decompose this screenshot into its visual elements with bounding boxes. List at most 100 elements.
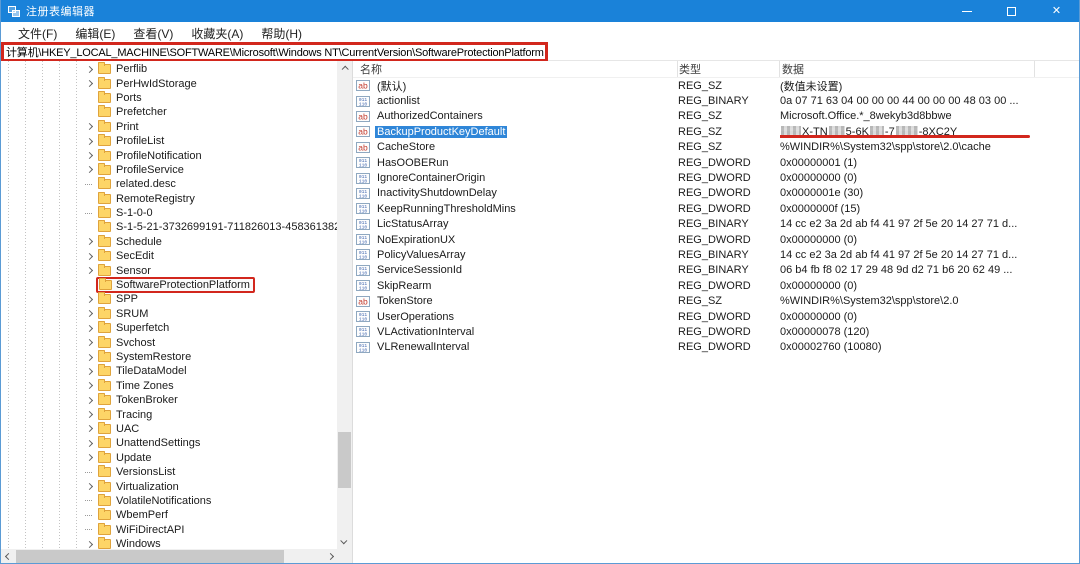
tree-item-update[interactable]: Update	[1, 450, 337, 465]
value-row-hasooberun[interactable]: 011 110 HasOOBERun REG_DWORD 0x00000001 (1)	[353, 155, 1079, 170]
value-name-cell[interactable]: ab TokenStore	[353, 295, 678, 307]
tree-item-time-zones[interactable]: Time Zones	[1, 378, 337, 393]
tree-item-srum[interactable]: SRUM	[1, 306, 337, 321]
expand-chevron-icon[interactable]	[85, 482, 98, 491]
expand-chevron-icon[interactable]	[85, 411, 98, 419]
tree-horizontal-scrollbar[interactable]	[1, 549, 338, 563]
expand-chevron-icon[interactable]	[85, 252, 98, 260]
value-name-cell[interactable]: ab CacheStore	[353, 141, 678, 153]
value-row--[interactable]: ab (默认) REG_SZ (数值未设置)	[353, 78, 1079, 93]
minimize-button[interactable]	[944, 0, 989, 22]
tree-item-uac[interactable]: UAC	[1, 421, 337, 436]
tree-item-profileservice[interactable]: ProfileService	[1, 162, 337, 177]
value-name-cell[interactable]: ab (默认)	[353, 78, 678, 94]
tree-item-tiledatamodel[interactable]: TileDataModel	[1, 364, 337, 378]
expand-chevron-icon[interactable]	[85, 353, 98, 361]
expand-chevron-icon[interactable]	[85, 267, 98, 275]
value-name-cell[interactable]: ab AuthorizedContainers	[353, 110, 678, 122]
value-row-authorizedcontainers[interactable]: ab AuthorizedContainers REG_SZ Microsoft.Of…	[353, 109, 1079, 124]
tree-item-spp[interactable]: SPP	[1, 292, 337, 306]
expand-chevron-icon[interactable]	[85, 123, 98, 131]
value-name-cell[interactable]: 011 110 KeepRunningThresholdMins	[353, 203, 678, 215]
value-row-actionlist[interactable]: 011 110 actionlist REG_BINARY 0a 07 71 63 04…	[353, 93, 1079, 108]
tree-item-prefetcher[interactable]: Prefetcher	[1, 105, 337, 119]
expand-chevron-icon[interactable]	[85, 238, 98, 246]
tree-item-print[interactable]: Print	[1, 119, 337, 134]
maximize-button[interactable]	[989, 0, 1034, 22]
expand-chevron-icon[interactable]	[85, 324, 98, 332]
column-header-data[interactable]: 数据	[780, 61, 1035, 77]
tree-item-windows[interactable]: Windows	[1, 537, 337, 549]
tree-item-versionslist[interactable]: VersionsList	[1, 465, 337, 479]
value-row-tokenstore[interactable]: ab TokenStore REG_SZ %WINDIR%\System32\spp\…	[353, 293, 1079, 308]
value-name-cell[interactable]: 011 110 SkipRearm	[353, 280, 678, 292]
registry-path[interactable]: 计算机\HKEY_LOCAL_MACHINE\SOFTWARE\Microsof…	[4, 44, 544, 60]
value-name-cell[interactable]: 011 110 UserOperations	[353, 311, 678, 323]
expand-chevron-icon[interactable]	[85, 439, 98, 447]
tree-item-systemrestore[interactable]: SystemRestore	[1, 350, 337, 364]
value-name-cell[interactable]: 011 110 ServiceSessionId	[353, 264, 678, 276]
tree-item-superfetch[interactable]: Superfetch	[1, 321, 337, 335]
value-name-cell[interactable]: ab BackupProductKeyDefault	[353, 125, 678, 138]
expand-chevron-icon[interactable]	[85, 80, 98, 88]
value-row-servicesessionid[interactable]: 011 110 ServiceSessionId REG_BINARY 06 b4 fb…	[353, 263, 1079, 278]
tree-item-sensor[interactable]: Sensor	[1, 263, 337, 277]
expand-chevron-icon[interactable]	[85, 166, 98, 174]
tree-item-remoteregistry[interactable]: RemoteRegistry	[1, 191, 337, 206]
tree-item-wbemperf[interactable]: WbemPerf	[1, 508, 337, 522]
value-row-vlrenewalinterval[interactable]: 011 110 VLRenewalInterval REG_DWORD 0x000027…	[353, 340, 1079, 355]
vertical-scroll-thumb[interactable]	[338, 432, 351, 488]
expand-chevron-icon[interactable]	[85, 454, 98, 462]
tree-item-s-1-0-0[interactable]: S-1-0-0	[1, 206, 337, 220]
tree-item-profilelist[interactable]: ProfileList	[1, 134, 337, 148]
scroll-up-button[interactable]	[337, 61, 352, 76]
tree-item-perflib[interactable]: Perflib	[1, 62, 337, 76]
value-name-cell[interactable]: 011 110 actionlist	[353, 95, 678, 107]
value-row-inactivityshutdowndelay[interactable]: 011 110 InactivityShutdownDelay REG_DWORD 0x…	[353, 186, 1079, 201]
horizontal-scroll-thumb[interactable]	[16, 550, 284, 563]
tree-item-perhwidstorage[interactable]: PerHwIdStorage	[1, 76, 337, 90]
tree-vertical-scrollbar[interactable]	[337, 61, 352, 549]
tree-item-wifidirectapi[interactable]: WiFiDirectAPI	[1, 522, 337, 537]
value-row-backupproductkeydefault[interactable]: ab BackupProductKeyDefault REG_SZ X-TN 5-6K -…	[353, 124, 1079, 139]
tree-item-ports[interactable]: Ports	[1, 90, 337, 105]
scroll-left-button[interactable]	[1, 549, 16, 563]
expand-chevron-icon[interactable]	[85, 295, 98, 303]
value-row-ignorecontainerorigin[interactable]: 011 110 IgnoreContainerOrigin REG_DWORD 0x00…	[353, 170, 1079, 185]
tree-item-schedule[interactable]: Schedule	[1, 234, 337, 249]
expand-chevron-icon[interactable]	[85, 382, 98, 390]
value-name-cell[interactable]: 011 110 VLActivationInterval	[353, 326, 678, 338]
tree-item-secedit[interactable]: SecEdit	[1, 249, 337, 263]
value-row-useroperations[interactable]: 011 110 UserOperations REG_DWORD 0x00000000 …	[353, 309, 1079, 324]
column-header-name[interactable]: 名称	[353, 61, 678, 77]
expand-chevron-icon[interactable]	[85, 65, 98, 73]
value-row-vlactivationinterval[interactable]: 011 110 VLActivationInterval REG_DWORD 0x000…	[353, 324, 1079, 339]
value-name-cell[interactable]: 011 110 NoExpirationUX	[353, 234, 678, 246]
column-header-type[interactable]: 类型	[678, 61, 780, 77]
scroll-right-button[interactable]	[323, 549, 338, 563]
value-name-cell[interactable]: 011 110 PolicyValuesArray	[353, 249, 678, 261]
expand-chevron-icon[interactable]	[85, 367, 98, 375]
value-name-cell[interactable]: 011 110 HasOOBERun	[353, 157, 678, 169]
expand-chevron-icon[interactable]	[85, 137, 98, 145]
value-name-cell[interactable]: 011 110 InactivityShutdownDelay	[353, 187, 678, 199]
value-row-policyvaluesarray[interactable]: 011 110 PolicyValuesArray REG_BINARY 14 cc e…	[353, 247, 1079, 262]
tree-item-tracing[interactable]: Tracing	[1, 407, 337, 421]
expand-chevron-icon[interactable]	[85, 339, 98, 347]
tree-item-volatilenotifications[interactable]: VolatileNotifications	[1, 493, 337, 508]
value-row-cachestore[interactable]: ab CacheStore REG_SZ %WINDIR%\System32\spp\…	[353, 140, 1079, 155]
value-name-cell[interactable]: 011 110 LicStatusArray	[353, 218, 678, 230]
value-name-cell[interactable]: 011 110 IgnoreContainerOrigin	[353, 172, 678, 184]
expand-chevron-icon[interactable]	[85, 425, 98, 433]
tree-item-tokenbroker[interactable]: TokenBroker	[1, 393, 337, 407]
value-row-licstatusarray[interactable]: 011 110 LicStatusArray REG_BINARY 14 cc e2 3…	[353, 217, 1079, 232]
expand-chevron-icon[interactable]	[85, 396, 98, 404]
tree-item-softwareprotectionplatform[interactable]: SoftwareProtectionPlatform	[1, 277, 337, 294]
value-row-skiprearm[interactable]: 011 110 SkipRearm REG_DWORD 0x00000000 (0)	[353, 278, 1079, 293]
tree-item-virtualization[interactable]: Virtualization	[1, 479, 337, 493]
tree-item-svchost[interactable]: Svchost	[1, 335, 337, 349]
tree-item-unattendsettings[interactable]: UnattendSettings	[1, 436, 337, 450]
value-row-noexpirationux[interactable]: 011 110 NoExpirationUX REG_DWORD 0x00000000 …	[353, 232, 1079, 247]
tree-item-related-desc[interactable]: related.desc	[1, 177, 337, 191]
tree-item-profilenotification[interactable]: ProfileNotification	[1, 148, 337, 162]
